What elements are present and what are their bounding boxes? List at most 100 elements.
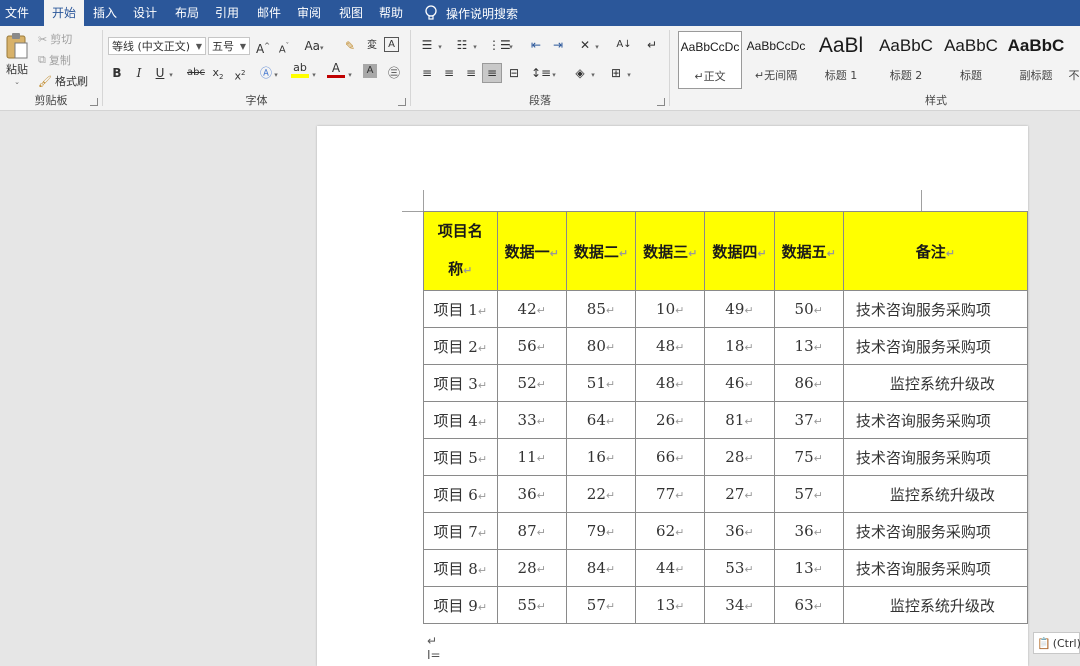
style-heading-2[interactable]: AaBbC 标题 2 — [874, 31, 938, 89]
borders-icon[interactable]: ⊞ — [607, 64, 625, 82]
style-more[interactable]: 不 — [1068, 31, 1080, 89]
table-cell[interactable]: 项目 3↵ — [423, 364, 498, 402]
header-cell[interactable]: 数据三↵ — [635, 211, 706, 291]
align-right-icon[interactable]: ≡ — [462, 64, 480, 82]
style-title[interactable]: AaBbC 标题 — [939, 31, 1003, 89]
multilevel-dropdown-icon[interactable]: ▾ — [506, 36, 516, 54]
table-cell[interactable]: 10↵ — [635, 290, 706, 328]
text-effects-dropdown-icon[interactable]: ▾ — [271, 64, 281, 82]
paste-dropdown-icon[interactable]: ⌄ — [14, 78, 20, 86]
table-cell[interactable]: 77↵ — [635, 475, 706, 513]
table-cell[interactable]: 34↵ — [704, 586, 775, 624]
table-cell[interactable]: 48↵ — [635, 364, 706, 402]
shading-icon[interactable]: ◈ — [571, 64, 589, 82]
font-name-dropdown[interactable]: 等线 (中文正文) ▼ — [108, 37, 206, 55]
table-cell[interactable]: 项目 4↵ — [423, 401, 498, 439]
char-shading-icon[interactable]: A — [363, 64, 377, 78]
table-cell[interactable]: 13↵ — [773, 327, 844, 365]
superscript-icon[interactable]: x2 — [231, 64, 249, 83]
table-cell[interactable]: 监控系统升级改 — [842, 475, 1028, 513]
font-launcher-icon[interactable] — [398, 98, 406, 106]
table-cell[interactable]: 项目 7↵ — [423, 512, 498, 550]
table-cell[interactable]: 44↵ — [635, 549, 706, 587]
table-cell[interactable]: 55↵ — [496, 586, 567, 624]
table-cell[interactable]: 技术咨询服务采购项 — [842, 512, 1028, 550]
table-cell[interactable]: 56↵ — [496, 327, 567, 365]
font-color-dropdown-icon[interactable]: ▾ — [345, 64, 355, 82]
change-case-icon[interactable]: Aa▾ — [301, 37, 327, 55]
table-cell[interactable]: 64↵ — [565, 401, 637, 439]
font-size-dropdown[interactable]: 五号 ▼ — [208, 37, 250, 55]
table-cell[interactable]: 52↵ — [496, 364, 567, 402]
header-cell[interactable]: 数据一↵ — [496, 211, 567, 291]
justify-icon[interactable]: ≡ — [482, 63, 502, 83]
align-center-icon[interactable]: ≡ — [440, 64, 458, 82]
highlight-dropdown-icon[interactable]: ▾ — [309, 64, 319, 82]
table-cell[interactable]: 81↵ — [704, 401, 775, 439]
tab-insert[interactable]: 插入 — [88, 0, 122, 26]
grow-font-icon[interactable]: A^ — [254, 37, 272, 56]
format-painter-button[interactable]: 🖌 格式刷 — [38, 73, 88, 89]
table-cell[interactable]: 技术咨询服务采购项 — [842, 327, 1028, 365]
shading-dropdown-icon[interactable]: ▾ — [588, 64, 598, 82]
clear-formatting-icon[interactable]: ✎ — [341, 37, 359, 55]
align-left-icon[interactable]: ≡ — [418, 64, 436, 82]
tab-help[interactable]: 帮助 — [374, 0, 408, 26]
table-cell[interactable]: 36↵ — [496, 475, 567, 513]
borders-dropdown-icon[interactable]: ▾ — [624, 64, 634, 82]
table-cell[interactable]: 技术咨询服务采购项 — [842, 290, 1028, 328]
table-cell[interactable]: 49↵ — [704, 290, 775, 328]
numbering-dropdown-icon[interactable]: ▾ — [470, 36, 480, 54]
header-cell[interactable]: 备注↵ — [842, 211, 1028, 291]
table-cell[interactable]: 项目 9↵ — [423, 586, 498, 624]
shrink-font-icon[interactable]: Aˇ — [275, 37, 293, 55]
increase-indent-icon[interactable]: ⇥ — [549, 36, 567, 54]
paste-button[interactable]: 粘贴 ⌄ — [4, 32, 30, 86]
font-color-icon[interactable]: A — [327, 62, 345, 80]
header-cell[interactable]: 项目名称↵ — [423, 211, 498, 291]
paste-options-button[interactable]: 📋 (Ctrl) — [1033, 632, 1080, 654]
table-cell[interactable]: 42↵ — [496, 290, 567, 328]
table-cell[interactable]: 项目 2↵ — [423, 327, 498, 365]
copy-button[interactable]: ⧉ 复制 — [38, 52, 71, 68]
style-normal[interactable]: AaBbCcDc ↵正文 — [678, 31, 742, 89]
table-cell[interactable]: 50↵ — [773, 290, 844, 328]
table-cell[interactable]: 75↵ — [773, 438, 844, 476]
table-cell[interactable]: 技术咨询服务采购项 — [842, 549, 1028, 587]
table-cell[interactable]: 84↵ — [565, 549, 637, 587]
phonetic-guide-icon[interactable]: 変 — [363, 37, 381, 55]
table-cell[interactable]: 26↵ — [635, 401, 706, 439]
table-cell[interactable]: 86↵ — [773, 364, 844, 402]
table-cell[interactable]: 22↵ — [565, 475, 637, 513]
tab-home[interactable]: 开始 — [44, 0, 84, 26]
italic-icon[interactable]: I — [130, 64, 148, 82]
line-spacing-dropdown-icon[interactable]: ▾ — [549, 64, 559, 82]
table-cell[interactable]: 项目 8↵ — [423, 549, 498, 587]
header-cell[interactable]: 数据四↵ — [704, 211, 775, 291]
tab-references[interactable]: 引用 — [210, 0, 244, 26]
char-border-icon[interactable]: A — [384, 37, 399, 52]
distributed-icon[interactable]: ⊟ — [505, 64, 523, 82]
table-cell[interactable]: 37↵ — [773, 401, 844, 439]
table-cell[interactable]: 27↵ — [704, 475, 775, 513]
tab-mailings[interactable]: 邮件 — [252, 0, 286, 26]
table-cell[interactable]: 46↵ — [704, 364, 775, 402]
table-cell[interactable]: 51↵ — [565, 364, 637, 402]
table-cell[interactable]: 项目 6↵ — [423, 475, 498, 513]
tab-view[interactable]: 视图 — [334, 0, 368, 26]
strikethrough-icon[interactable]: abc — [185, 64, 207, 82]
table-cell[interactable]: 33↵ — [496, 401, 567, 439]
table-cell[interactable]: 16↵ — [565, 438, 637, 476]
table-cell[interactable]: 项目 1↵ — [423, 290, 498, 328]
table-cell[interactable]: 项目 5↵ — [423, 438, 498, 476]
table-cell[interactable]: 监控系统升级改 — [842, 364, 1028, 402]
table-cell[interactable]: 36↵ — [704, 512, 775, 550]
table-cell[interactable]: 36↵ — [773, 512, 844, 550]
tell-me-search[interactable]: 操作说明搜索 — [424, 0, 518, 26]
header-cell[interactable]: 数据五↵ — [773, 211, 844, 291]
show-marks-icon[interactable]: ↵ — [643, 36, 661, 54]
table-cell[interactable]: 63↵ — [773, 586, 844, 624]
style-subtitle[interactable]: AaBbC 副标题 — [1004, 31, 1068, 89]
sort-icon[interactable]: A↓ — [615, 36, 633, 54]
table-cell[interactable]: 87↵ — [496, 512, 567, 550]
